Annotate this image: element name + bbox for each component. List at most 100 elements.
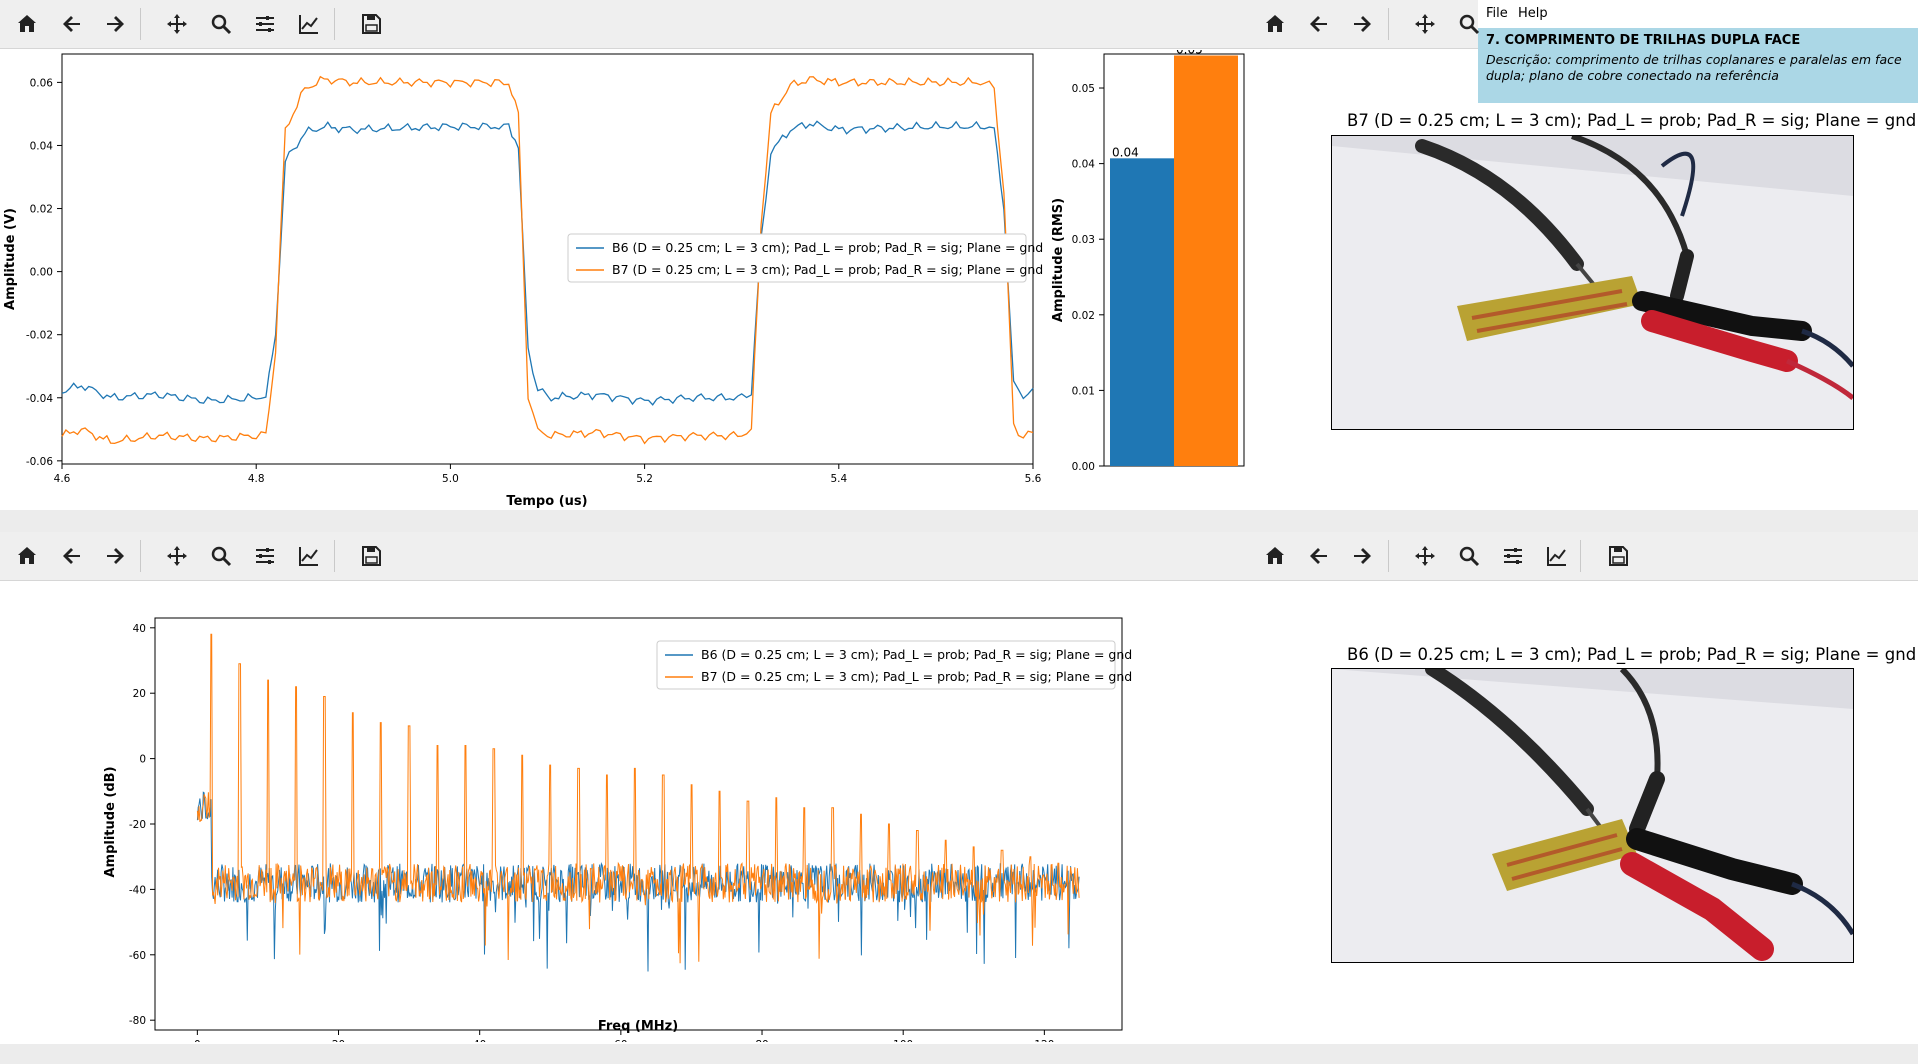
back-arrow-button-bottom-left[interactable] (55, 539, 89, 573)
forward-arrow-button-top-right[interactable] (1345, 7, 1379, 41)
save-button-bottom-left[interactable] (354, 539, 388, 573)
freq-xtick-label: 40 (473, 1039, 486, 1042)
forward-arrow-icon (1354, 16, 1371, 32)
save-icon (362, 546, 381, 566)
zoom-button-bottom-left[interactable] (204, 539, 238, 573)
info-title: 7. COMPRIMENTO DE TRILHAS DUPLA FACE (1486, 33, 1801, 48)
frequency-domain-chart[interactable]: 0 20 40 60 80 100 120 -80 -60 -40 -20 0 20 40 Freq (M… (0, 582, 1250, 1042)
freq-ytick-label: -60 (129, 950, 146, 962)
time-xtick-label: 5.0 (442, 473, 459, 485)
home-button-top-left[interactable] (10, 7, 44, 41)
subplots-icon (256, 548, 274, 564)
edit-curve-icon (299, 547, 318, 566)
forward-arrow-button-bottom-left[interactable] (98, 539, 132, 573)
subplots-button-bottom-left[interactable] (248, 539, 282, 573)
zoom-icon (211, 14, 232, 35)
save-button-bottom-right[interactable] (1601, 539, 1635, 573)
back-arrow-icon (63, 548, 80, 564)
subplots-button-top-left[interactable] (248, 7, 282, 41)
zoom-icon (211, 546, 232, 567)
info-panel: 7. COMPRIMENTO DE TRILHAS DUPLA FACE Des… (1478, 28, 1918, 103)
time-xtick-label: 4.8 (248, 473, 265, 485)
pan-button-top-left[interactable] (160, 7, 194, 41)
time-xtick-label: 4.6 (54, 473, 71, 485)
time-ytick-label: -0.04 (26, 393, 53, 405)
board-photo-b6 (1331, 668, 1854, 963)
pan-icon (167, 546, 187, 566)
splitter-bottom[interactable] (0, 1044, 1918, 1064)
splitter-middle[interactable] (0, 510, 1918, 532)
rms-bar-b7 (1174, 55, 1238, 466)
board-photo-b7 (1331, 135, 1854, 430)
subplots-button-bottom-right[interactable] (1496, 539, 1530, 573)
freq-xtick-label: 80 (755, 1039, 768, 1042)
freq-xtick-label: 100 (893, 1039, 913, 1042)
time-ytick-label: -0.06 (26, 456, 53, 468)
toolbar-separator (1388, 8, 1389, 40)
legend-label-b6: B6 (D = 0.25 cm; L = 3 cm); Pad_L = prob… (612, 240, 1043, 255)
forward-arrow-button-top-left[interactable] (98, 7, 132, 41)
edit-curve-button-top-left[interactable] (292, 7, 326, 41)
menu-bar: File Help (1478, 0, 1918, 28)
zoom-button-top-left[interactable] (204, 7, 238, 41)
freq-xlabel: Freq (MHz) (598, 1019, 678, 1034)
back-arrow-button-top-right[interactable] (1302, 7, 1336, 41)
subplots-icon (256, 16, 274, 32)
edit-curve-icon (1547, 547, 1566, 566)
time-ytick-label: -0.02 (26, 330, 53, 342)
info-description: Descrição: comprimento de trilhas coplan… (1486, 52, 1902, 83)
forward-arrow-icon (1354, 548, 1371, 564)
time-ytick-label: 0.04 (30, 140, 54, 152)
freq-ytick-label: 20 (133, 688, 146, 700)
toolbar-separator (140, 540, 141, 572)
back-arrow-icon (63, 16, 80, 32)
freq-ytick-label: 40 (133, 623, 146, 635)
pan-icon (1415, 14, 1435, 34)
zoom-button-bottom-right[interactable] (1452, 539, 1486, 573)
back-arrow-button-top-left[interactable] (55, 7, 89, 41)
rms-ytick-label: 0.02 (1072, 310, 1095, 322)
save-icon (362, 14, 381, 34)
save-icon (1609, 546, 1628, 566)
rms-ytick-label: 0.01 (1072, 385, 1095, 397)
legend-label-b6: B6 (D = 0.25 cm; L = 3 cm); Pad_L = prob… (701, 647, 1132, 662)
menu-file[interactable]: File (1486, 6, 1508, 21)
forward-arrow-button-bottom-right[interactable] (1345, 539, 1379, 573)
legend-label-b7: B7 (D = 0.25 cm; L = 3 cm); Pad_L = prob… (701, 669, 1132, 684)
toolbar-separator (334, 540, 335, 572)
home-icon (1266, 15, 1284, 32)
freq-ytick-label: -20 (129, 819, 146, 831)
home-button-bottom-right[interactable] (1258, 539, 1292, 573)
freq-ytick-label: 0 (139, 754, 146, 766)
freq-ytick-label: -40 (129, 884, 146, 896)
pan-icon (1415, 546, 1435, 566)
home-button-top-right[interactable] (1258, 7, 1292, 41)
time-ytick-label: 0.00 (30, 267, 53, 279)
toolbar-separator (1388, 540, 1389, 572)
time-domain-chart[interactable]: 4.6 4.8 5.0 5.2 5.4 5.6-0.06-0.04-0.020.000.0… (0, 50, 1050, 510)
freq-ylabel: Amplitude (dB) (103, 766, 118, 877)
rms-ylabel: Amplitude (RMS) (1051, 198, 1066, 322)
rms-bar-chart[interactable]: 0.00 0.01 0.02 0.03 0.04 0.05 0.04 0.05 Amplit… (1040, 50, 1250, 510)
pan-button-bottom-right[interactable] (1408, 539, 1442, 573)
pan-button-bottom-left[interactable] (160, 539, 194, 573)
rms-bar-label: 0.05 (1176, 50, 1203, 57)
rms-bar-label: 0.04 (1112, 145, 1139, 159)
menu-help[interactable]: Help (1518, 6, 1548, 21)
save-button-top-left[interactable] (354, 7, 388, 41)
photo-top-title: B7 (D = 0.25 cm; L = 3 cm); Pad_L = prob… (1347, 111, 1917, 130)
forward-arrow-icon (107, 548, 124, 564)
board-photo-b6-image (1332, 669, 1853, 962)
board-photo-b7-image (1332, 136, 1853, 429)
zoom-icon (1459, 14, 1480, 35)
time-ytick-label: 0.02 (30, 204, 53, 216)
time-xtick-label: 5.4 (830, 473, 847, 485)
home-button-bottom-left[interactable] (10, 539, 44, 573)
zoom-button-top-right[interactable] (1452, 7, 1486, 41)
pan-button-top-right[interactable] (1408, 7, 1442, 41)
time-legend: B6 (D = 0.25 cm; L = 3 cm); Pad_L = prob… (567, 233, 1043, 283)
pan-icon (167, 14, 187, 34)
edit-curve-button-bottom-left[interactable] (292, 539, 326, 573)
back-arrow-button-bottom-right[interactable] (1302, 539, 1336, 573)
edit-curve-button-bottom-right[interactable] (1540, 539, 1574, 573)
